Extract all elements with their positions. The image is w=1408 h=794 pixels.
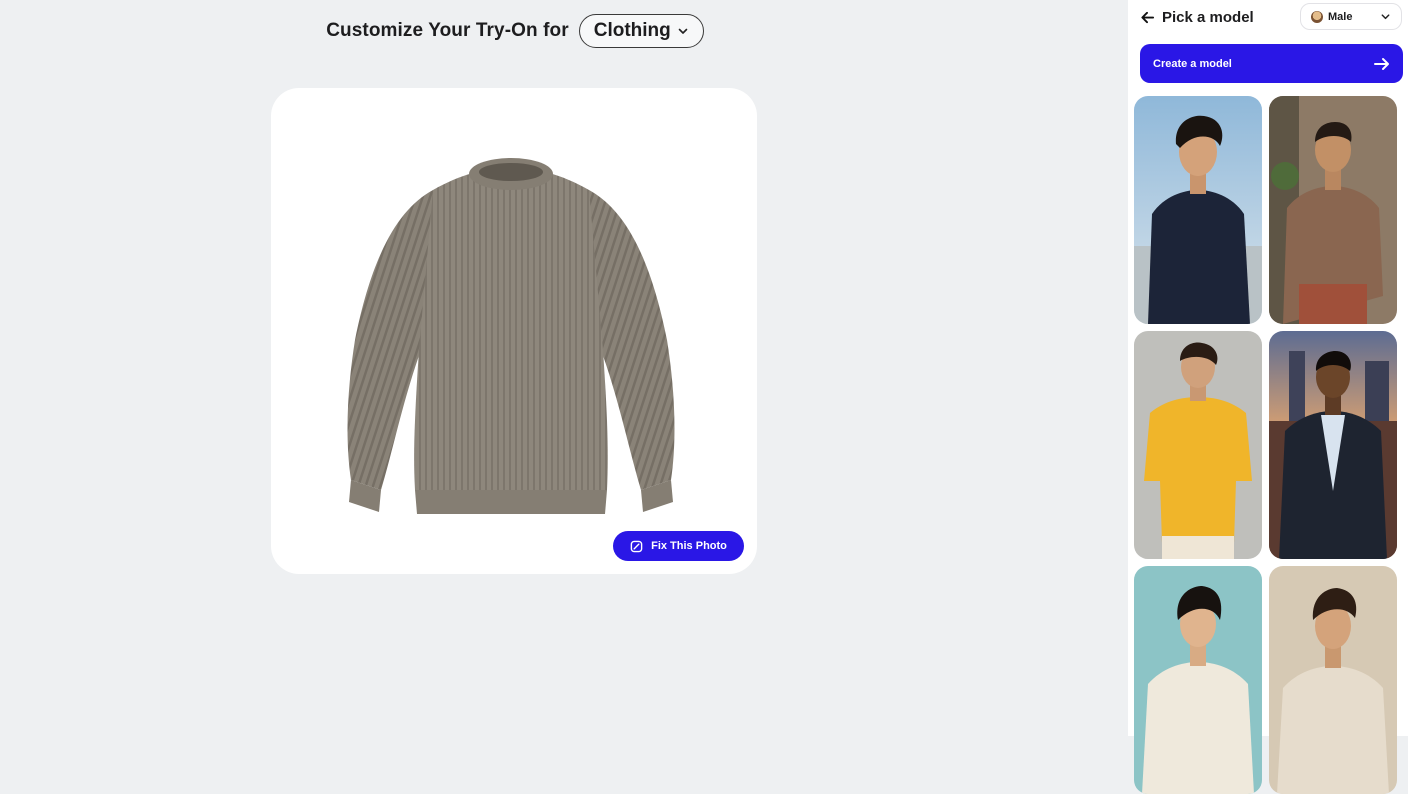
model-picker-panel: Pick a model Male Create a model: [1128, 0, 1408, 794]
sweater-image: [347, 158, 675, 514]
model-card-yellow-tee[interactable]: [1134, 331, 1262, 559]
fix-photo-label: Fix This Photo: [651, 540, 727, 552]
product-photo-card[interactable]: Fix This Photo: [271, 88, 757, 574]
arrow-right-icon: [1374, 57, 1389, 70]
model-card-blazer[interactable]: [1269, 331, 1397, 559]
model-photo: [1269, 331, 1397, 559]
main-area: Customize Your Try-On for Clothing Fix T…: [0, 0, 1128, 736]
model-photo: [1134, 566, 1262, 794]
model-photo: [1269, 566, 1397, 794]
create-model-button[interactable]: Create a model: [1140, 44, 1403, 83]
heading-row: Customize Your Try-On for Clothing: [0, 14, 1030, 48]
male-avatar-icon: [1311, 10, 1323, 23]
fix-photo-button[interactable]: Fix This Photo: [613, 531, 744, 561]
panel-header: Pick a model Male: [1128, 0, 1408, 34]
arrow-left-icon: [1141, 11, 1155, 23]
back-button[interactable]: Pick a model: [1140, 6, 1254, 28]
create-model-label: Create a model: [1153, 57, 1232, 70]
category-dropdown[interactable]: Clothing: [578, 14, 704, 48]
model-photo: [1134, 96, 1262, 324]
model-photo: [1134, 331, 1262, 559]
page-heading: Customize Your Try-On for: [326, 20, 569, 41]
panel-title: Pick a model: [1162, 8, 1254, 26]
gender-dropdown[interactable]: Male: [1300, 3, 1402, 30]
magic-fix-icon: [630, 540, 643, 552]
model-card-navy-sweater[interactable]: [1134, 96, 1262, 324]
model-photo: [1269, 96, 1397, 324]
chevron-down-icon: [678, 28, 688, 34]
model-card-brown-sweater[interactable]: [1269, 96, 1397, 324]
gender-dropdown-value: Male: [1328, 10, 1353, 23]
model-card-cream-jacket[interactable]: [1134, 566, 1262, 794]
model-card-beige-sweater[interactable]: [1269, 566, 1397, 794]
chevron-down-icon: [1381, 14, 1390, 20]
category-dropdown-value: Clothing: [593, 20, 671, 41]
